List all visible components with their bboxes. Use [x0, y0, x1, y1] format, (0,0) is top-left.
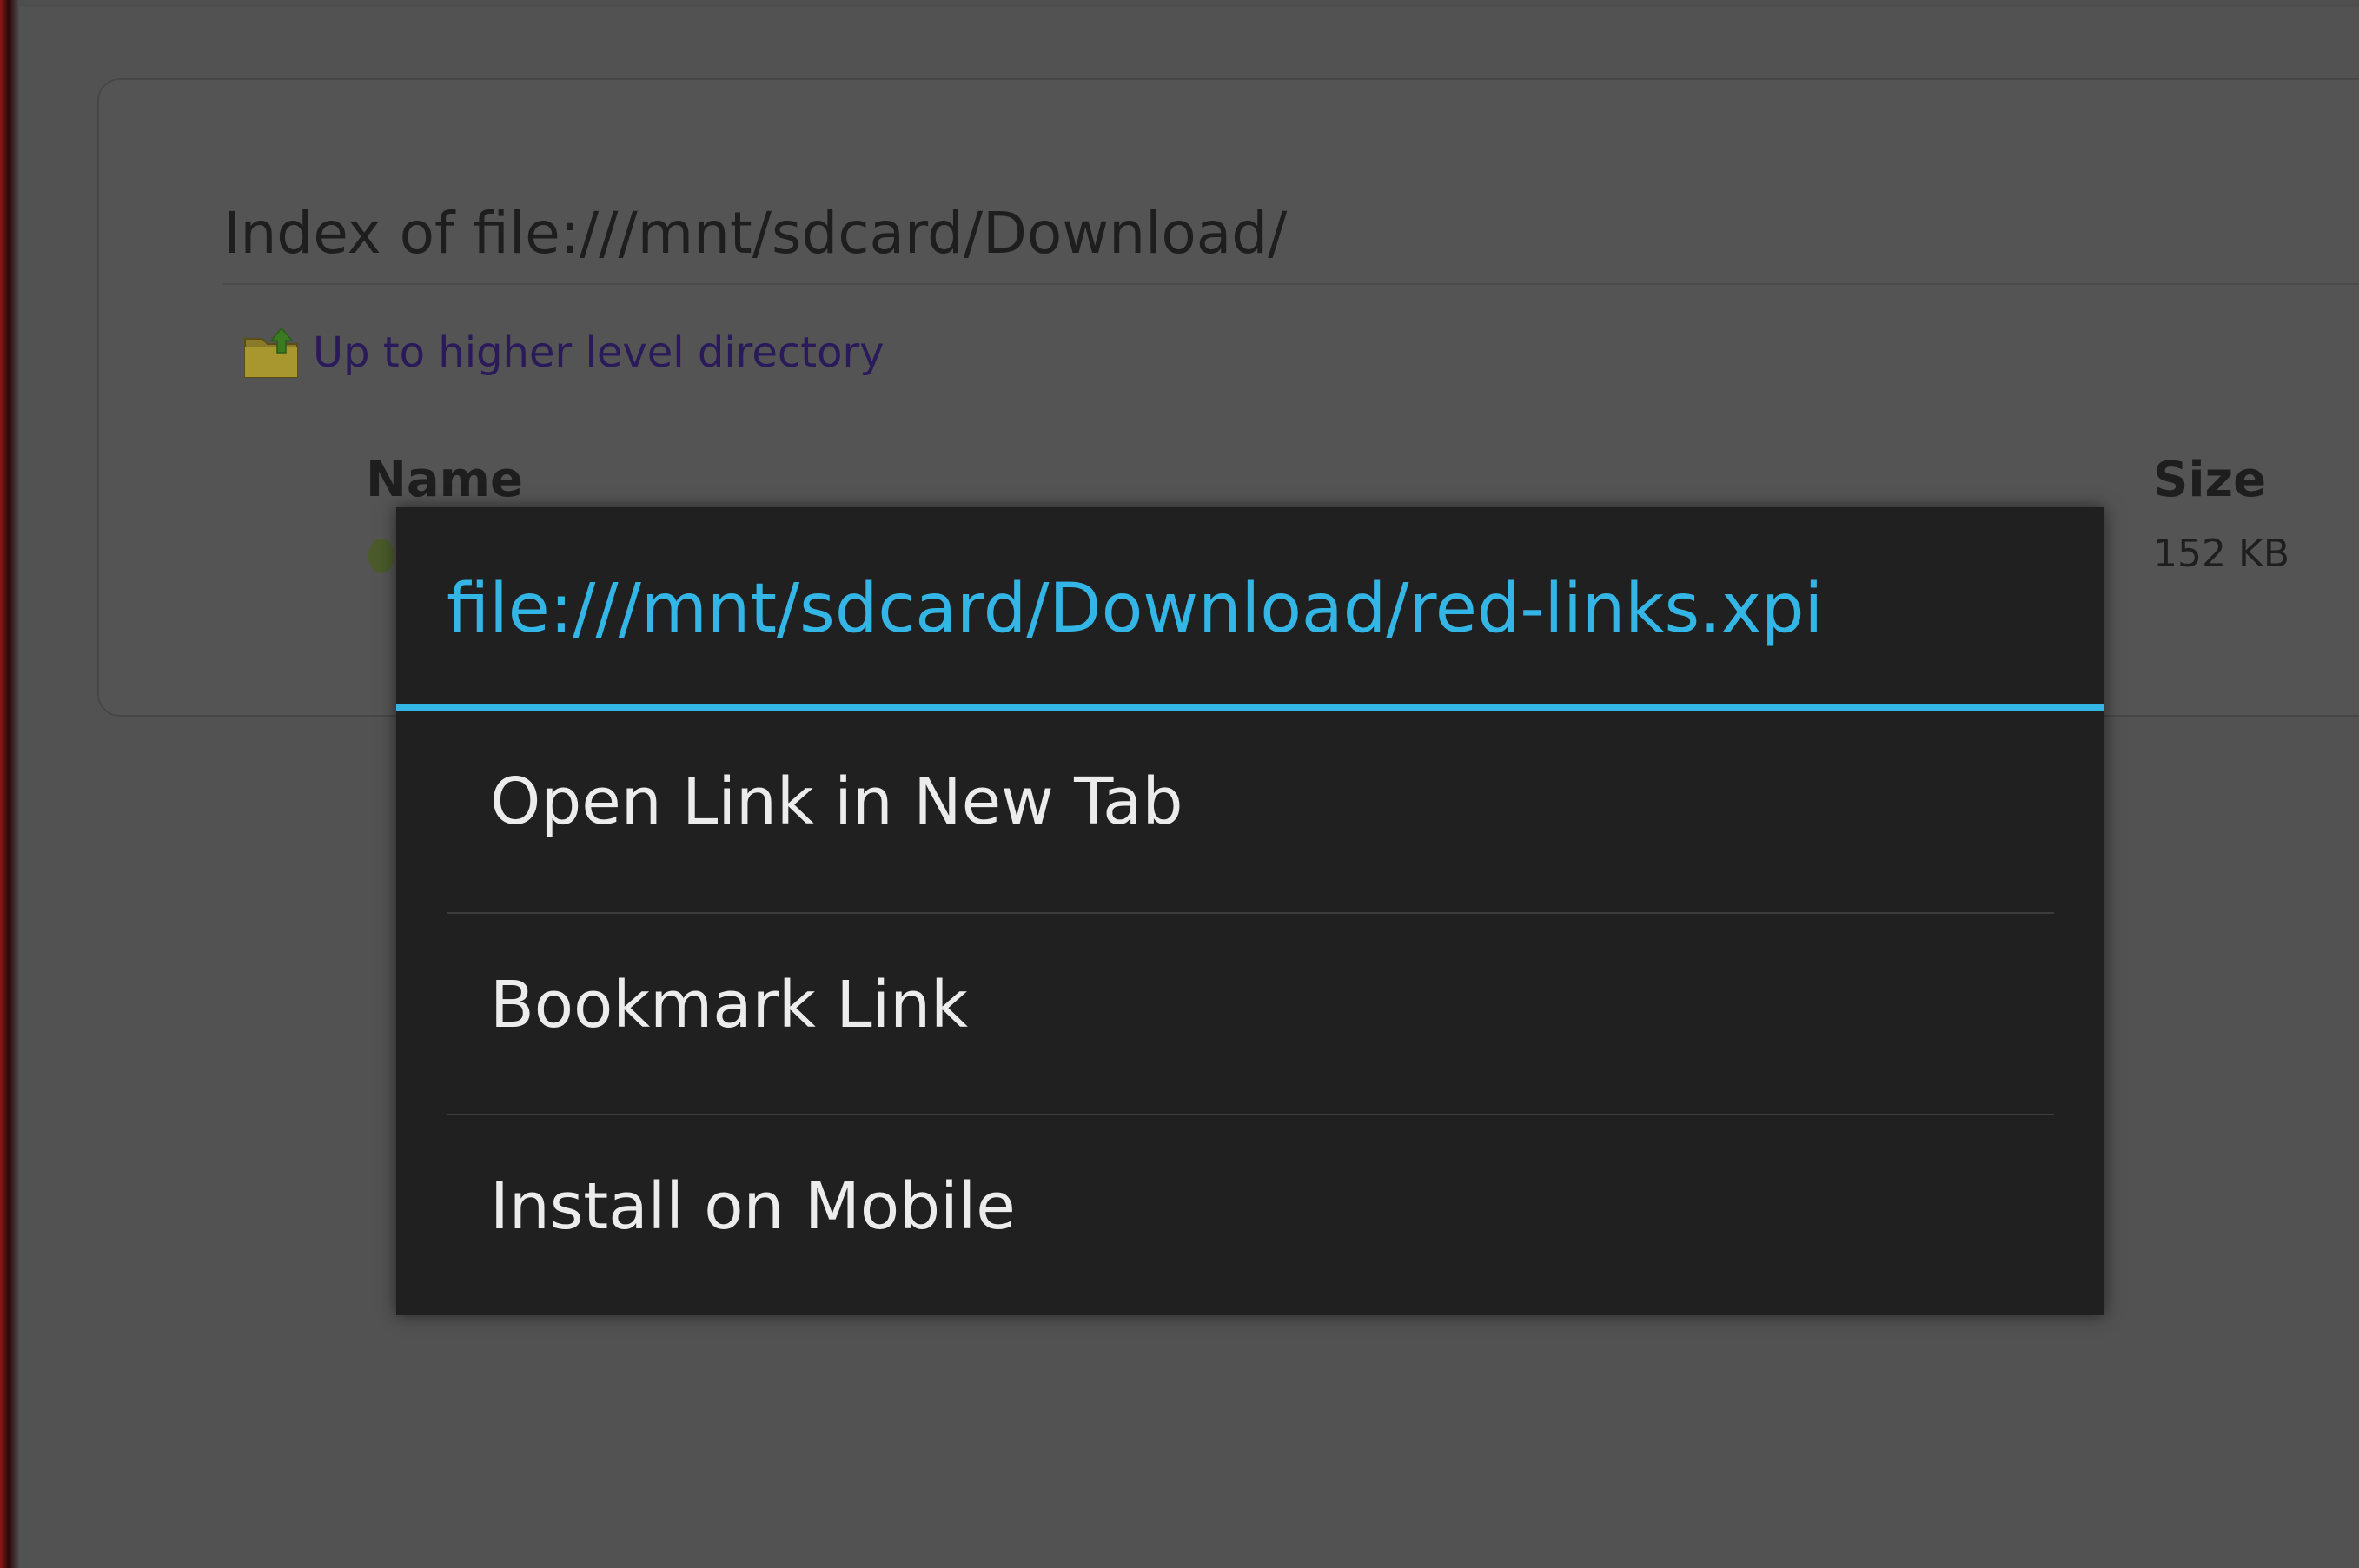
folder-up-icon	[243, 327, 299, 379]
menu-item-label: Install on Mobile	[490, 1169, 1016, 1244]
context-menu-header: file:///mnt/sdcard/Download/red-links.xp…	[396, 507, 2104, 705]
size-column-header[interactable]: Size	[2153, 452, 2266, 508]
link-context-menu: file:///mnt/sdcard/Download/red-links.xp…	[396, 507, 2104, 1315]
open-in-new-tab-item[interactable]: Open Link in New Tab	[396, 711, 2104, 912]
install-on-mobile-item[interactable]: Install on Mobile	[396, 1115, 2104, 1317]
file-size: 152 KB	[2153, 532, 2290, 576]
menu-item-label: Open Link in New Tab	[490, 764, 1183, 839]
file-icon	[368, 539, 394, 573]
title-divider	[223, 283, 2359, 285]
name-column-header[interactable]: Name	[366, 452, 523, 508]
context-menu-url: file:///mnt/sdcard/Download/red-links.xp…	[447, 570, 1824, 648]
menu-item-label: Bookmark Link	[490, 968, 968, 1042]
device-frame: Index of file:///mnt/sdcard/Download/ Up…	[0, 0, 2359, 1568]
up-directory-row[interactable]: Up to higher level directory	[243, 327, 885, 379]
up-directory-link[interactable]: Up to higher level directory	[313, 328, 885, 377]
page-title: Index of file:///mnt/sdcard/Download/	[223, 200, 1288, 267]
context-menu-accent-rule	[396, 704, 2104, 711]
bookmark-link-item[interactable]: Bookmark Link	[396, 914, 2104, 1115]
